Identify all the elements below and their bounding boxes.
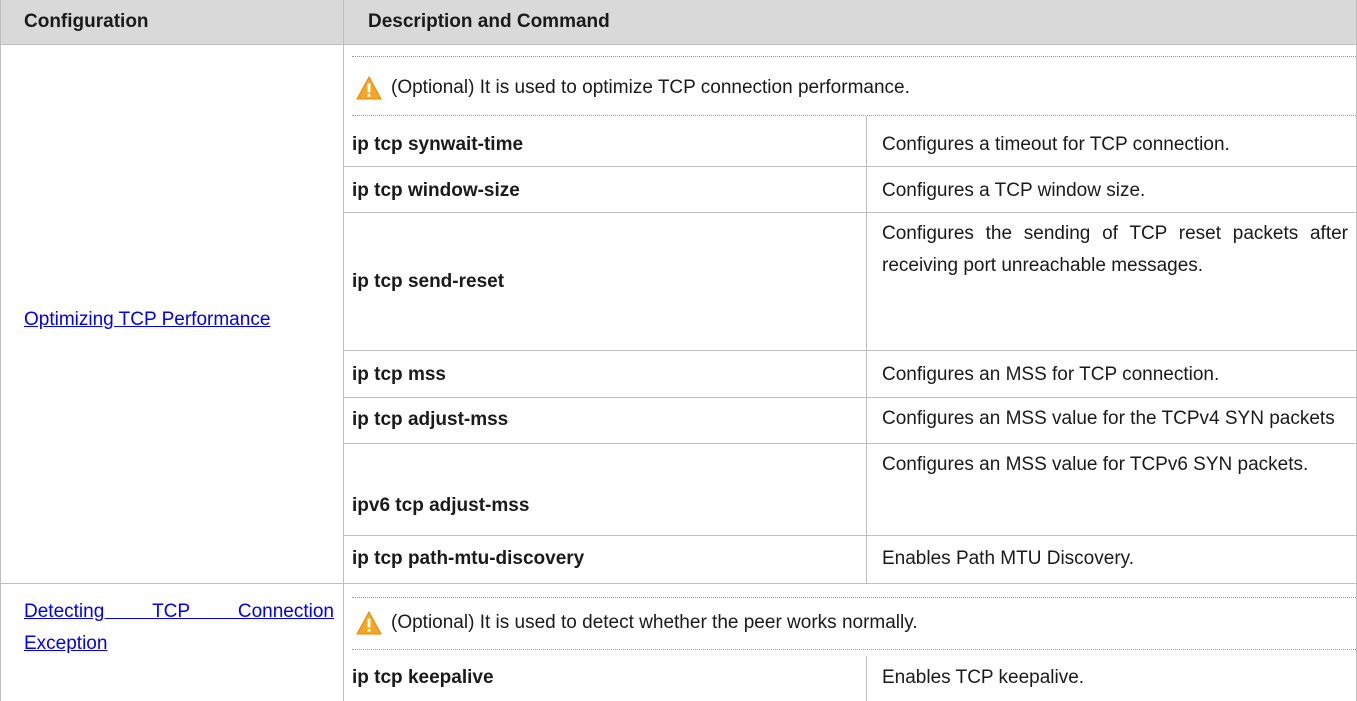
description-adjust-mss: Configures an MSS value for the TCPv4 SY…: [882, 408, 1335, 429]
command-path-mtu-discovery: ip tcp path-mtu-discovery: [352, 548, 585, 569]
description-path-mtu-discovery: Enables Path MTU Discovery.: [882, 548, 1135, 569]
note-detect-peer: (Optional) It is used to detect whether …: [391, 612, 918, 633]
command-adjust-mss: ip tcp adjust-mss: [352, 409, 509, 430]
note-separator-top: [352, 56, 1356, 57]
link-detecting-tcp-connection-exception[interactable]: Detecting TCP Connection Exception: [24, 596, 334, 660]
command-ipv6-adjust-mss: ipv6 tcp adjust-mss: [352, 495, 530, 516]
row-divider: [343, 535, 1357, 536]
command-send-reset: ip tcp send-reset: [352, 271, 505, 292]
row-divider: [343, 443, 1357, 444]
description-mss: Configures an MSS for TCP connection.: [882, 364, 1220, 385]
description-keepalive: Enables TCP keepalive.: [882, 667, 1085, 688]
description-synwait-time: Configures a timeout for TCP connection.: [882, 134, 1230, 155]
header-configuration: Configuration: [24, 11, 149, 32]
command-mss: ip tcp mss: [352, 364, 446, 385]
row-divider: [343, 212, 1357, 213]
warning-triangle-icon: [356, 75, 382, 100]
command-window-size: ip tcp window-size: [352, 180, 520, 201]
inner-divider-2: [866, 656, 867, 701]
description-window-size: Configures a TCP window size.: [882, 180, 1146, 201]
warning-triangle-icon: [356, 610, 382, 635]
note-separator-bottom: [352, 649, 1356, 650]
command-keepalive: ip tcp keepalive: [352, 667, 494, 688]
note-separator-top: [352, 597, 1356, 598]
description-send-reset: Configures the sending of TCP reset pack…: [882, 223, 1348, 276]
row-divider: [343, 397, 1357, 398]
link-optimizing-tcp-performance[interactable]: Optimizing TCP Performance: [24, 304, 270, 336]
command-synwait-time: ip tcp synwait-time: [352, 134, 524, 155]
description-ipv6-adjust-mss: Configures an MSS value for TCPv6 SYN pa…: [882, 454, 1309, 475]
header-description: Description and Command: [368, 11, 610, 32]
note-optimize-tcp: (Optional) It is used to optimize TCP co…: [391, 77, 910, 98]
row-divider: [343, 350, 1357, 351]
note-separator-bottom: [352, 115, 1356, 116]
table-header: Configuration Description and Command: [0, 0, 1357, 45]
section-divider: [0, 583, 1357, 584]
table-border-left: [0, 0, 1, 701]
row-divider: [343, 166, 1357, 167]
